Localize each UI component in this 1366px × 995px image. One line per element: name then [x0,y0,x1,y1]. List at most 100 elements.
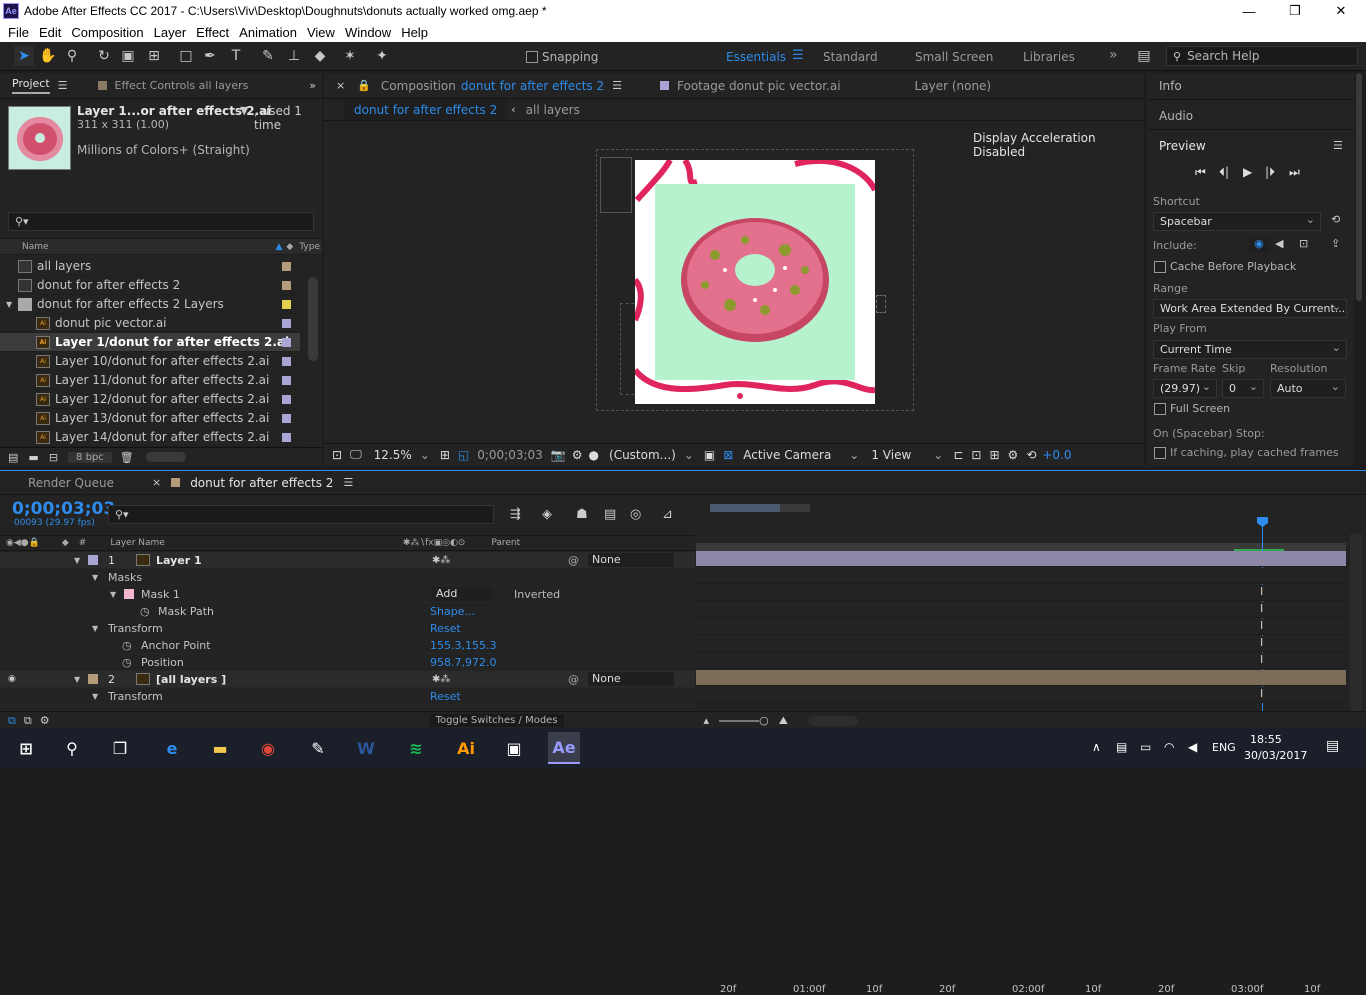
previous-frame-icon[interactable]: ⏴| [1219,165,1229,180]
selection-tool-icon[interactable]: ➤ [14,46,34,66]
workspace-standard[interactable]: Standard [823,50,878,64]
property-row[interactable]: ▼ Transform Reset [0,620,695,637]
show-snapshot-icon[interactable]: ⚙ [572,448,583,462]
project-item[interactable]: Ai Layer 13/donut for after effects 2.ai [0,409,300,428]
views-dropdown[interactable]: 1 View [871,448,911,462]
layer-switches-icon[interactable]: ⧉ [8,714,16,728]
keyframe-marker-icon[interactable]: I [1260,653,1263,666]
workspace-overflow-button[interactable]: » [1109,47,1118,63]
camera-dropdown[interactable]: Active Camera [743,448,831,462]
keyframe-marker-icon[interactable]: I [1260,636,1263,649]
word-icon[interactable]: W [350,732,382,764]
parent-dropdown[interactable]: None [588,553,674,567]
brush-tool-icon[interactable]: ✎ [258,46,278,66]
panel-overflow-icon[interactable]: » [309,79,316,92]
workspace-essentials[interactable]: Essentials [726,50,786,64]
info-panel-header[interactable]: Info [1159,79,1182,93]
tray-chevron-icon[interactable]: ∧ [1092,740,1101,754]
toggle-switches-modes-button[interactable]: Toggle Switches / Modes [429,714,564,727]
if-caching-checkbox[interactable] [1154,447,1166,459]
timeline-search-input[interactable]: ⚲▾ [108,505,494,524]
resolution-dropdown[interactable]: Auto [1270,379,1346,398]
first-frame-icon[interactable]: ⏮ [1195,165,1206,180]
breadcrumb-all-layers[interactable]: all layers [526,103,580,117]
transfer-controls-icon[interactable]: ⧉ [24,714,32,728]
in-out-icon[interactable]: ⚙ [40,714,50,727]
menu-window[interactable]: Window [345,25,391,40]
rectangle-tool-icon[interactable]: □ [176,46,196,66]
include-overlays-icon[interactable]: ⊡ [1299,237,1308,250]
new-composition-icon[interactable]: ⊟ [49,451,58,464]
zoom-thumb-icon[interactable]: ○ [759,714,769,727]
range-dropdown[interactable]: Work Area Extended By Current... [1153,299,1347,318]
skip-dropdown[interactable]: 0 [1222,379,1264,398]
menu-view[interactable]: View [307,25,335,40]
frame-blending-icon[interactable]: ▤ [604,507,616,522]
action-center-icon[interactable]: ▤ [1326,738,1339,754]
mask-visibility-icon[interactable]: ◱ [458,448,469,462]
stopwatch-icon[interactable]: ◷ [122,639,132,652]
tray-time[interactable]: 18:55 [1250,733,1282,746]
layer-row[interactable]: 1 ▼ Layer 1 ✱⁂ @ None [0,552,695,569]
project-scrollbar[interactable] [308,277,318,361]
comp-mini-flowchart-icon[interactable]: ⇶ [510,507,521,522]
label-color-swatch[interactable] [282,376,291,385]
include-audio-icon[interactable]: ◀ [1275,237,1283,250]
pan-behind-tool-icon[interactable]: ⊞ [144,46,164,66]
type-tool-icon[interactable]: T [226,46,246,66]
safe-zones-icon[interactable]: ⊞ [440,448,450,462]
layer-duration-bar[interactable] [696,551,1346,567]
spotify-icon[interactable]: ≋ [400,732,432,764]
keyframe-marker-icon[interactable]: I [1260,619,1263,632]
illustrator-icon[interactable]: Ai [450,732,482,764]
current-time-display[interactable]: 0;00;03;03 [477,448,543,462]
export-icon[interactable]: ⇪ [1331,237,1340,250]
project-item[interactable]: Ai donut pic vector.ai [0,314,300,333]
label-column-icon[interactable]: ◆ [286,242,293,252]
layer-name[interactable]: Transform [108,622,163,635]
tray-language[interactable]: ENG [1212,741,1236,754]
bpc-button[interactable]: 8 bpc [68,451,112,463]
menu-help[interactable]: Help [401,25,428,40]
graph-editor-icon[interactable]: ⊿ [662,507,673,522]
zoom-in-icon[interactable]: ⛰ [779,714,788,728]
property-track[interactable]: I [696,687,1346,703]
tab-effect-controls[interactable]: Effect Controls all layers [115,79,249,92]
property-row[interactable]: ▼ Masks [0,569,695,586]
workspace-menu-icon[interactable]: ☰ [792,48,804,63]
workspace-small-screen[interactable]: Small Screen [915,50,993,64]
project-item[interactable]: ▼ donut for after effects 2 Layers [0,295,300,314]
layer-name[interactable]: Anchor Point [141,639,211,652]
mask-color-swatch[interactable] [124,589,134,599]
timeline-scrollbar[interactable] [1350,534,1362,714]
pickwhip-icon[interactable]: @ [568,673,579,686]
folder-twirl-icon[interactable]: ▼ [6,300,12,309]
mask-inverted-label[interactable]: Inverted [514,588,560,601]
project-item[interactable]: Ai Layer 10/donut for after effects 2.ai [0,352,300,371]
reset-exposure-icon[interactable]: ⟲ [1026,448,1036,462]
tab-project[interactable]: Project [12,77,50,94]
av-switches-icon[interactable]: ◉◀●🔒 [6,538,40,548]
twirl-down-icon[interactable]: ▼ [92,624,98,633]
stopwatch-icon[interactable]: ◷ [122,656,132,669]
task-view-icon[interactable]: ❐ [104,732,136,764]
roto-brush-tool-icon[interactable]: ✶ [340,46,360,66]
tab-layer[interactable]: Layer (none) [915,79,992,93]
channel-icon[interactable]: ● [589,448,599,462]
last-frame-icon[interactable]: ⏭ [1289,165,1300,180]
pickwhip-icon[interactable]: @ [568,554,579,567]
property-row[interactable]: ◷ Mask Path Shape... [0,603,695,620]
preview-panel-header[interactable]: Preview [1159,139,1206,153]
cache-before-playback-checkbox[interactable] [1154,261,1166,273]
zoom-tool-icon[interactable]: ⚲ [62,46,82,66]
tray-date[interactable]: 30/03/2017 [1244,749,1307,762]
twirl-down-icon[interactable]: ▼ [92,692,98,701]
timeline-timecode[interactable]: 0;00;03;03 [12,499,115,519]
motion-blur-icon[interactable]: ◎ [630,507,641,522]
property-value[interactable]: Shape... [430,605,475,618]
audio-panel-header[interactable]: Audio [1159,109,1193,123]
tray-wifi-icon[interactable]: ◠ [1164,740,1174,754]
delete-icon[interactable]: 🗑 [120,451,134,464]
project-item[interactable]: all layers [0,257,300,276]
after-effects-icon[interactable]: Ae [548,732,580,764]
